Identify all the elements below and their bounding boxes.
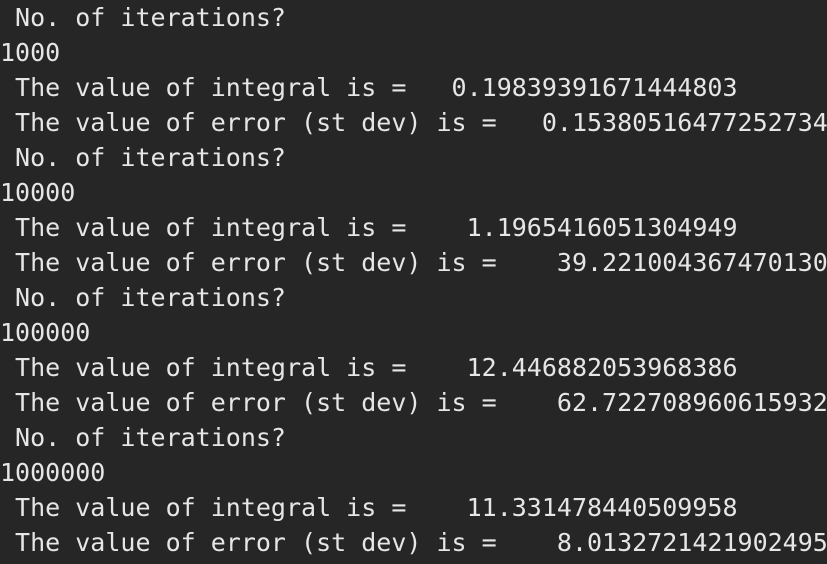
integral-output-line: The value of integral is = 1.19654160513…	[0, 213, 738, 242]
prompt-line: No. of iterations?	[0, 423, 286, 452]
integral-output-line: The value of integral is = 12.4468820539…	[0, 353, 738, 382]
prompt-line: No. of iterations?	[0, 143, 286, 172]
terminal-output[interactable]: No. of iterations? 1000 The value of int…	[0, 0, 827, 564]
error-output-line: The value of error (st dev) is = 0.15380…	[0, 108, 827, 137]
integral-output-line: The value of integral is = 11.3314784405…	[0, 493, 738, 522]
integral-output-line: The value of integral is = 0.19839391671…	[0, 73, 738, 102]
input-line: 10000	[0, 178, 76, 207]
error-output-line: The value of error (st dev) is = 8.01327…	[0, 528, 827, 557]
input-line: 1000000	[0, 458, 106, 487]
prompt-line: No. of iterations?	[0, 3, 286, 32]
error-output-line: The value of error (st dev) is = 39.2210…	[0, 248, 827, 277]
input-line: 100000	[0, 318, 91, 347]
error-output-line: The value of error (st dev) is = 62.7227…	[0, 388, 827, 417]
prompt-line: No. of iterations?	[0, 283, 286, 312]
input-line: 1000	[0, 38, 61, 67]
